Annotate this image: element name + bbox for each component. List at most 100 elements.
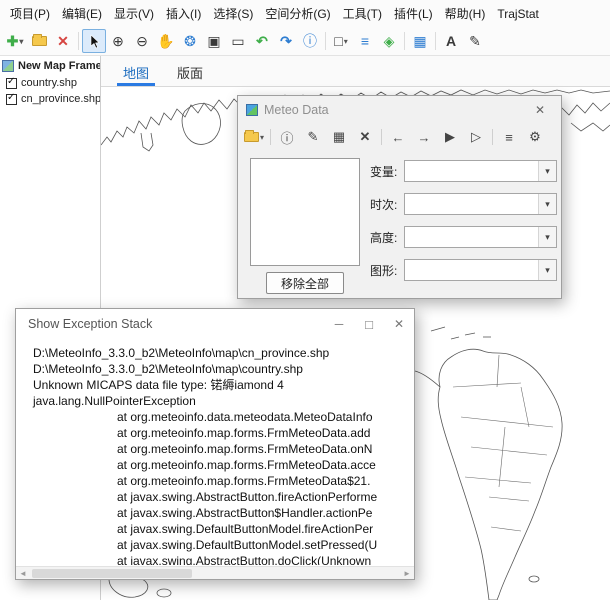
chevron-down-icon[interactable] <box>538 161 556 181</box>
layer-checkbox-country[interactable] <box>6 78 17 89</box>
stack-line: D:\MeteoInfo_3.3.0_b2\MeteoInfo\map\cn_p… <box>33 345 413 361</box>
data-list-icon[interactable]: ≡ <box>499 127 519 147</box>
zoom-extent-icon[interactable]: ▣ <box>202 29 226 53</box>
menu-view[interactable]: 显示(V) <box>108 0 160 27</box>
app-window: 项目(P) 编辑(E) 显示(V) 插入(I) 选择(S) 空间分析(G) 工具… <box>0 0 610 600</box>
chevron-down-icon[interactable] <box>538 260 556 280</box>
menu-plugins[interactable]: 插件(L) <box>388 0 439 27</box>
variable-field-row: 变量: <box>370 160 557 182</box>
undo-zoom-icon[interactable]: ↶ <box>250 29 274 53</box>
chevron-down-icon[interactable] <box>538 194 556 214</box>
menu-trajstat[interactable]: TrajStat <box>491 2 545 26</box>
open-data-icon[interactable]: ▾ <box>244 127 264 147</box>
scroll-right-icon[interactable]: ► <box>400 567 414 579</box>
tab-map[interactable]: 地图 <box>109 56 163 86</box>
view-tabstrip: 地图 版面 <box>101 56 610 87</box>
graphic-select[interactable] <box>404 259 557 281</box>
globe-icon[interactable]: ❂ <box>178 29 202 53</box>
horizontal-scrollbar[interactable]: ◄ ► <box>16 566 414 579</box>
stack-line: at org.meteoinfo.map.forms.FrmMeteoData$… <box>33 473 413 489</box>
scroll-left-icon[interactable]: ◄ <box>16 567 30 579</box>
select-rectangle-icon[interactable]: ▭ <box>226 29 250 53</box>
layer-item-country[interactable]: country.shp <box>0 75 100 91</box>
draw-data-icon[interactable]: ✎ <box>303 127 323 147</box>
exception-dialog-titlebar[interactable]: Show Exception Stack ─ □ ✕ <box>16 309 414 339</box>
step-last-icon[interactable]: ▷ <box>466 127 486 147</box>
menu-bar: 项目(P) 编辑(E) 显示(V) 插入(I) 选择(S) 空间分析(G) 工具… <box>0 0 610 27</box>
remove-data-icon[interactable]: ✕ <box>355 127 375 147</box>
new-layer-caret-icon: ▾ <box>19 37 23 46</box>
data-info-icon[interactable]: ⓘ <box>277 127 297 147</box>
shape-tool-caret-icon: ▾ <box>344 37 348 46</box>
identify-icon[interactable]: ⓘ <box>298 29 322 53</box>
toolbar-separator <box>381 129 382 145</box>
toolbar-separator <box>435 32 436 50</box>
cursor-arrow-shape <box>88 34 101 49</box>
minimize-icon[interactable]: ─ <box>324 309 354 339</box>
attribute-table-icon[interactable]: ▦ <box>329 127 349 147</box>
map-frame-item[interactable]: New Map Frame <box>0 56 100 75</box>
meteo-dialog-title: Meteo Data <box>264 103 329 117</box>
new-layer-glyph: ✚ <box>7 33 19 50</box>
shape-tool-icon[interactable]: □▾ <box>329 29 353 53</box>
new-layer-icon[interactable]: ✚▾ <box>3 29 27 53</box>
menu-edit[interactable]: 编辑(E) <box>56 0 108 27</box>
variable-select[interactable] <box>404 160 557 182</box>
previous-time-icon[interactable]: ← <box>388 127 408 147</box>
menu-tools[interactable]: 工具(T) <box>337 0 388 27</box>
menu-selection[interactable]: 选择(S) <box>207 0 259 27</box>
meteo-dialog-titlebar[interactable]: Meteo Data ✕ <box>238 96 561 123</box>
pan-hand-icon[interactable]: ✋ <box>154 29 178 53</box>
remove-all-button[interactable]: 移除全部 <box>266 272 344 294</box>
time-select[interactable] <box>404 193 557 215</box>
redo-zoom-icon[interactable]: ↷ <box>274 29 298 53</box>
level-select[interactable] <box>404 226 557 248</box>
time-label: 时次: <box>370 196 404 213</box>
stack-line: at javax.swing.AbstractButton.fireAction… <box>33 489 413 505</box>
text-label-icon[interactable]: A <box>439 29 463 53</box>
menu-insert[interactable]: 插入(I) <box>160 0 207 27</box>
select-tool-icon[interactable] <box>82 29 106 53</box>
stack-line: at org.meteoinfo.map.forms.FrmMeteoData.… <box>33 457 413 473</box>
label-tag-icon[interactable]: ◈ <box>377 29 401 53</box>
open-data-caret-icon: ▾ <box>260 133 264 142</box>
map-frame-icon <box>2 60 14 72</box>
settings-icon[interactable]: ⚙ <box>525 127 545 147</box>
toolbar-separator <box>270 129 271 145</box>
maximize-icon[interactable]: □ <box>354 309 384 339</box>
meteo-close-icon[interactable]: ✕ <box>527 103 553 117</box>
close-icon[interactable]: ✕ <box>384 309 414 339</box>
toolbar-separator <box>78 32 79 50</box>
exception-stack-dialog: Show Exception Stack ─ □ ✕ D:\MeteoInfo_… <box>15 308 415 580</box>
next-time-icon[interactable]: → <box>414 127 434 147</box>
layer-name-cn-province: cn_province.shp <box>21 93 101 105</box>
chart-icon[interactable]: ▦ <box>408 29 432 53</box>
menu-help[interactable]: 帮助(H) <box>439 0 492 27</box>
opened-data-listbox[interactable] <box>250 158 360 266</box>
open-file-icon[interactable] <box>27 29 51 53</box>
chevron-down-icon[interactable] <box>538 227 556 247</box>
scrollbar-thumb[interactable] <box>32 569 192 578</box>
menu-geoprocessing[interactable]: 空间分析(G) <box>259 0 336 27</box>
zoom-out-icon[interactable]: ⊖ <box>130 29 154 53</box>
zoom-in-icon[interactable]: ⊕ <box>106 29 130 53</box>
tab-layout[interactable]: 版面 <box>163 56 217 86</box>
stack-line: at org.meteoinfo.data.meteodata.MeteoDat… <box>33 409 413 425</box>
remove-layer-icon[interactable]: ✕ <box>51 29 75 53</box>
meteo-data-dialog: Meteo Data ✕ ▾ ⓘ ✎ ▦ ✕ ← → ▶ ▷ ≡ ⚙ 移除全部 … <box>237 95 562 299</box>
exception-stack-text[interactable]: D:\MeteoInfo_3.3.0_b2\MeteoInfo\map\cn_p… <box>17 339 413 565</box>
stack-line: at org.meteoinfo.map.forms.FrmMeteoData.… <box>33 425 413 441</box>
graphic-label: 图形: <box>370 262 404 279</box>
stack-line: at org.meteoinfo.map.forms.FrmMeteoData.… <box>33 441 413 457</box>
layers-order-icon[interactable]: ≡ <box>353 29 377 53</box>
layer-checkbox-cn-province[interactable] <box>6 94 17 105</box>
toolbar-separator <box>325 32 326 50</box>
menu-project[interactable]: 项目(P) <box>4 0 56 27</box>
pen-icon[interactable]: ✎ <box>463 29 487 53</box>
layer-item-cn-province[interactable]: cn_province.shp <box>0 91 100 107</box>
level-label: 高度: <box>370 229 404 246</box>
stack-line: at javax.swing.DefaultButtonModel.fireAc… <box>33 521 413 537</box>
animate-icon[interactable]: ▶ <box>440 127 460 147</box>
toolbar-separator <box>404 32 405 50</box>
folder-shape <box>244 132 259 142</box>
